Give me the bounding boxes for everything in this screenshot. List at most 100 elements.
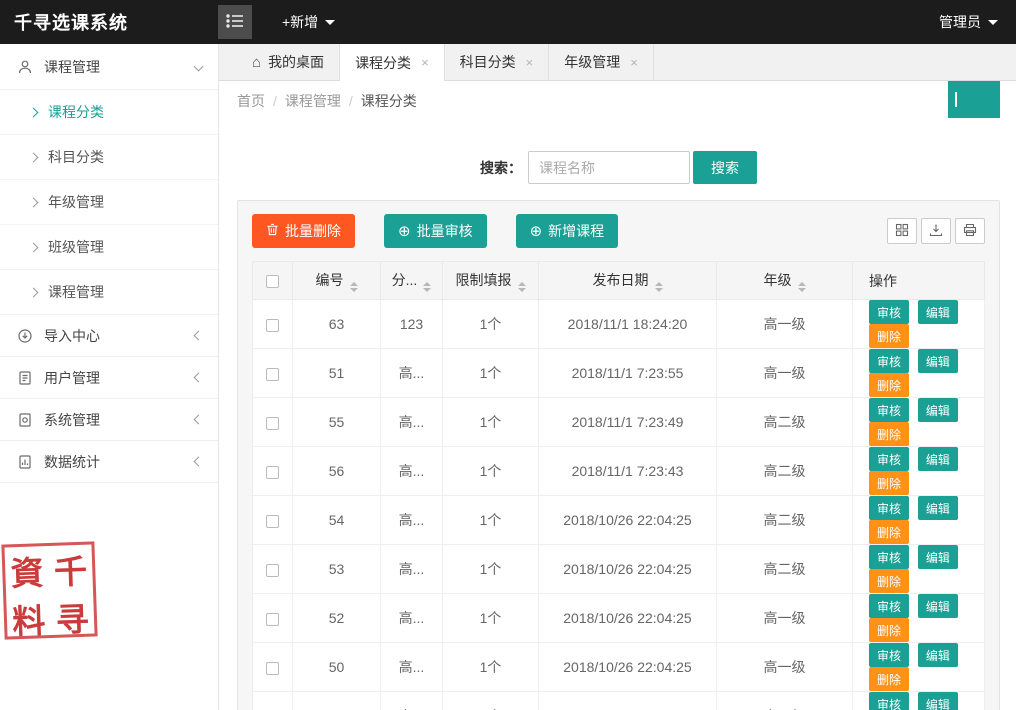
edit-button[interactable]: 编辑 xyxy=(918,447,958,471)
columns-toggle-button[interactable] xyxy=(887,218,917,244)
select-all-checkbox-cell[interactable] xyxy=(253,262,293,300)
sidebar-group-course-mgmt[interactable]: 课程管理 xyxy=(0,44,218,90)
column-header-limit[interactable]: 限制填报 xyxy=(443,262,539,300)
batch-review-button[interactable]: ⊕ 批量审核 xyxy=(384,214,487,248)
cell-date: 2018/10/26 22:04:25 xyxy=(539,692,717,710)
sidebar-item-user-mgmt[interactable]: 用户管理 xyxy=(0,357,218,399)
select-all-checkbox[interactable] xyxy=(266,275,279,288)
search-input[interactable] xyxy=(528,151,690,184)
row-checkbox[interactable] xyxy=(266,515,279,528)
menu-toggle-button[interactable] xyxy=(218,5,252,39)
edit-button[interactable]: 编辑 xyxy=(918,349,958,373)
sidebar-item-subject-category[interactable]: 科目分类 xyxy=(0,135,218,180)
cell-date: 2018/10/26 22:04:25 xyxy=(539,594,717,643)
row-checkbox[interactable] xyxy=(266,417,279,430)
cell-category: 高... xyxy=(381,496,443,545)
review-button[interactable]: 审核 xyxy=(869,300,909,324)
edit-button[interactable]: 编辑 xyxy=(918,643,958,667)
new-dropdown[interactable]: +新增 xyxy=(282,12,335,32)
breadcrumb-home[interactable]: 首页 xyxy=(237,91,265,111)
sort-icon[interactable] xyxy=(655,282,663,292)
delete-button[interactable]: 删除 xyxy=(869,520,909,544)
close-icon[interactable]: × xyxy=(421,55,429,70)
add-course-button[interactable]: ⊕ 新增课程 xyxy=(516,214,619,248)
print-button[interactable] xyxy=(955,218,985,244)
column-header-category[interactable]: 分... xyxy=(381,262,443,300)
batch-delete-button[interactable]: 批量删除 xyxy=(252,214,355,248)
review-button[interactable]: 审核 xyxy=(869,447,909,471)
cell-id: 56 xyxy=(293,447,381,496)
cell-limit: 1个 xyxy=(443,643,539,692)
edit-button[interactable]: 编辑 xyxy=(918,300,958,324)
search-button[interactable]: 搜索 xyxy=(693,151,757,184)
edit-button[interactable]: 编辑 xyxy=(918,692,958,710)
edit-button[interactable]: 编辑 xyxy=(918,594,958,618)
tab-grade-mgmt[interactable]: 年级管理 × xyxy=(549,44,654,80)
edit-button[interactable]: 编辑 xyxy=(918,496,958,520)
review-button[interactable]: 审核 xyxy=(869,692,909,710)
review-button[interactable]: 审核 xyxy=(869,349,909,373)
review-button[interactable]: 审核 xyxy=(869,594,909,618)
content-area: 搜索： 搜索 批量删除 ⊕ 批量审核 xyxy=(219,121,1016,710)
close-icon[interactable]: × xyxy=(526,55,534,70)
delete-button[interactable]: 删除 xyxy=(869,667,909,691)
sidebar-item-data-stats[interactable]: 数据统计 xyxy=(0,441,218,483)
new-dropdown-label: +新增 xyxy=(282,12,318,32)
review-button[interactable]: 审核 xyxy=(869,496,909,520)
delete-button[interactable]: 删除 xyxy=(869,422,909,446)
cell-limit: 1个 xyxy=(443,398,539,447)
tab-subject-category[interactable]: 科目分类 × xyxy=(445,44,550,80)
tab-label: 我的桌面 xyxy=(268,52,324,72)
sidebar-item-grade-mgmt[interactable]: 年级管理 xyxy=(0,180,218,225)
sort-icon[interactable] xyxy=(518,282,526,292)
sort-icon[interactable] xyxy=(798,282,806,292)
breadcrumb-current: 课程分类 xyxy=(361,91,417,111)
delete-button[interactable]: 删除 xyxy=(869,618,909,642)
sort-icon[interactable] xyxy=(350,282,358,292)
delete-button[interactable]: 删除 xyxy=(869,373,909,397)
tab-course-category[interactable]: 课程分类 × xyxy=(340,44,445,81)
table-row: 63 123 1个 2018/11/1 18:24:20 高一级 审核 编辑 删… xyxy=(253,300,985,349)
sidebar-item-class-mgmt[interactable]: 班级管理 xyxy=(0,225,218,270)
export-button[interactable] xyxy=(921,218,951,244)
column-header-grade[interactable]: 年级 xyxy=(717,262,853,300)
breadcrumb-course-mgmt[interactable]: 课程管理 xyxy=(285,91,341,111)
refresh-button[interactable] xyxy=(948,81,1000,118)
sidebar: 课程管理 课程分类 科目分类 年级管理 班级管理 课程管理 导入中心 xyxy=(0,44,219,710)
sidebar-item-system-mgmt[interactable]: 系统管理 xyxy=(0,399,218,441)
sidebar-item-course-mgmt[interactable]: 课程管理 xyxy=(0,270,218,315)
cell-grade: 高二级 xyxy=(717,545,853,594)
delete-button[interactable]: 删除 xyxy=(869,569,909,593)
review-button[interactable]: 审核 xyxy=(869,643,909,667)
vertical-bar-icon xyxy=(955,92,957,107)
chevron-left-icon xyxy=(194,415,204,425)
sidebar-item-import-center[interactable]: 导入中心 xyxy=(0,315,218,357)
sidebar-item-course-category[interactable]: 课程分类 xyxy=(0,90,218,135)
edit-button[interactable]: 编辑 xyxy=(918,545,958,569)
tab-label: 年级管理 xyxy=(564,52,620,72)
row-checkbox[interactable] xyxy=(266,564,279,577)
row-checkbox[interactable] xyxy=(266,368,279,381)
user-dropdown[interactable]: 管理员 xyxy=(939,12,1016,32)
close-icon[interactable]: × xyxy=(630,55,638,70)
column-header-id[interactable]: 编号 xyxy=(293,262,381,300)
chart-icon xyxy=(16,453,33,470)
cell-category: 高... xyxy=(381,692,443,710)
row-checkbox[interactable] xyxy=(266,319,279,332)
delete-button[interactable]: 删除 xyxy=(869,471,909,495)
row-checkbox[interactable] xyxy=(266,466,279,479)
column-header-date[interactable]: 发布日期 xyxy=(539,262,717,300)
cell-category: 高... xyxy=(381,594,443,643)
delete-button[interactable]: 删除 xyxy=(869,324,909,348)
edit-button[interactable]: 编辑 xyxy=(918,398,958,422)
sort-icon[interactable] xyxy=(423,282,431,292)
breadcrumb-separator: / xyxy=(273,93,277,109)
review-button[interactable]: 审核 xyxy=(869,398,909,422)
cell-id: 52 xyxy=(293,594,381,643)
tab-my-desktop[interactable]: ⌂ 我的桌面 xyxy=(237,44,340,80)
row-checkbox[interactable] xyxy=(266,613,279,626)
cell-limit: 1个 xyxy=(443,692,539,710)
row-checkbox[interactable] xyxy=(266,662,279,675)
cell-category: 高... xyxy=(381,349,443,398)
review-button[interactable]: 审核 xyxy=(869,545,909,569)
